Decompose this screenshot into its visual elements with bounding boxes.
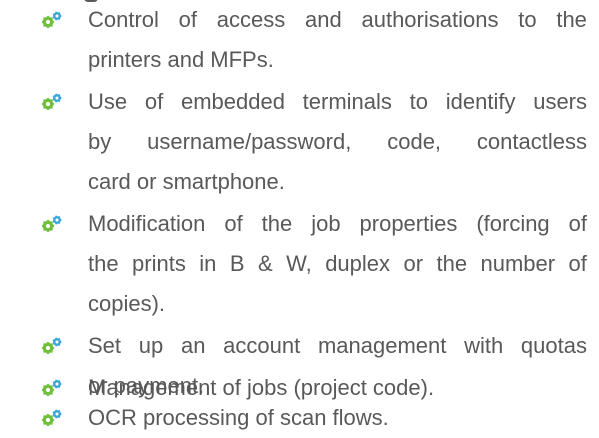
list-item-line: OCR processing of scan flows.: [88, 405, 389, 430]
list-item: OCR processing of scan flows.: [0, 398, 599, 438]
gears-icon: [40, 378, 64, 398]
list-item-line: copies).: [88, 291, 166, 316]
gears-icon: [40, 408, 64, 428]
list-item: Use of embedded terminals to identify us…: [0, 82, 599, 194]
list-item-line: Use of embedded terminals to identify us…: [88, 89, 587, 114]
list-item-line: card or smartphone.: [88, 169, 285, 194]
list-item-line: Modification of the job properties (forc…: [88, 211, 587, 236]
gears-icon: [40, 92, 64, 112]
list-item-line: Control of access and authorisations to …: [88, 7, 587, 32]
gears-icon: [40, 10, 64, 30]
gears-icon: [40, 214, 64, 234]
gears-icon: [40, 336, 64, 356]
list-item-line: the prints in B & W, duplex or the numbe…: [88, 251, 587, 276]
list-item: Set up an account management with quotas…: [0, 326, 599, 398]
list-item-line: by username/password, code, contactless: [88, 129, 587, 154]
list-item-line: printers and MFPs.: [88, 47, 274, 72]
list-item-line: Set up an account management with quotas: [88, 333, 587, 358]
list-item: Control of access and authorisations to …: [0, 0, 599, 72]
list-item: Modification of the job properties (forc…: [0, 204, 599, 316]
